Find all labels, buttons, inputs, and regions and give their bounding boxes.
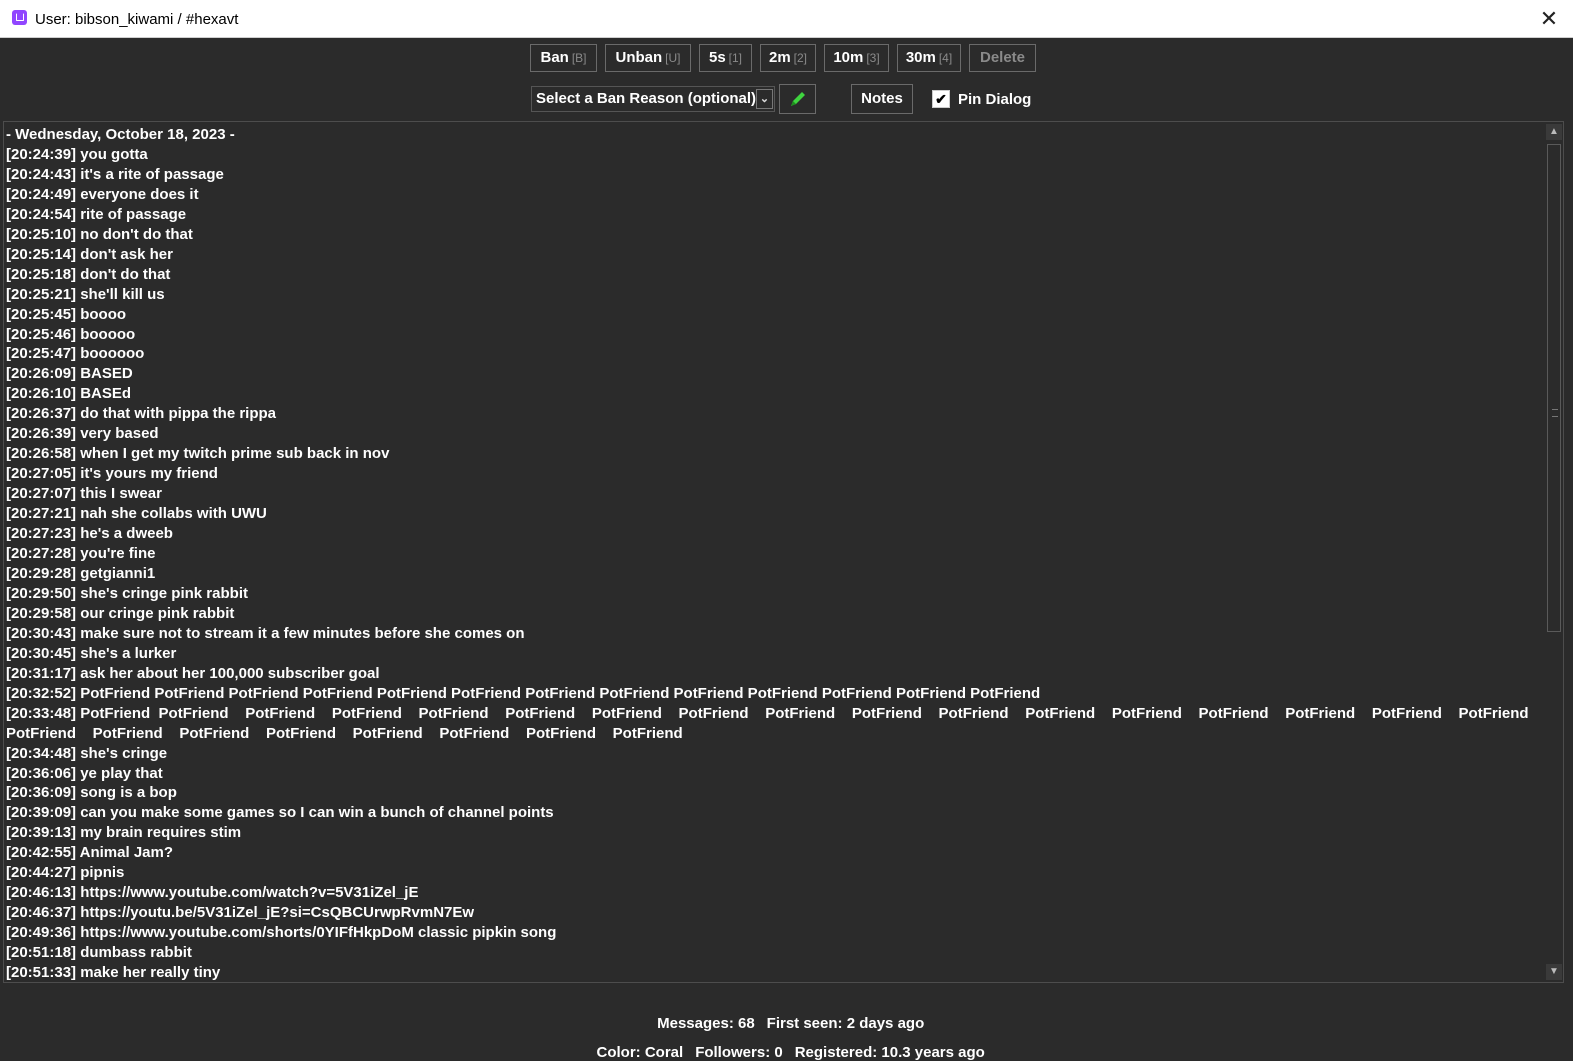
- chat-message: [20:49:36] https://www.youtube.com/short…: [6, 924, 557, 942]
- pencil-icon: [791, 92, 805, 106]
- chat-message: [20:24:54] rite of passage: [6, 205, 187, 223]
- chat-date-header: - Wednesday, October 18, 2023 -: [6, 126, 235, 143]
- chat-message: [20:24:43] it's a rite of passage: [6, 165, 224, 183]
- chat-message: [20:29:58] our cringe pink rabbit: [6, 604, 235, 622]
- timeout-10m-hotkey: [3]: [866, 51, 880, 65]
- chat-message: [20:29:28] getgianni1: [6, 564, 156, 582]
- chat-message: [20:31:17] ask her about her 100,000 sub…: [6, 664, 380, 682]
- chat-message: [20:39:13] my brain requires stim: [6, 824, 242, 842]
- timeout-2m-hotkey: [2]: [793, 51, 808, 65]
- chat-message: [20:27:07] this I swear: [6, 485, 162, 503]
- ban-options-row: Select a Ban Reason (optional) ⌄ Notes ✔…: [0, 84, 1573, 114]
- chat-message: [20:27:21] nah she collabs with UWU: [6, 505, 267, 523]
- timeout-10m-button[interactable]: 10m [3]: [824, 44, 889, 72]
- chat-message: [20:26:10] BASEd: [6, 385, 132, 403]
- chevron-down-icon[interactable]: ⌄: [756, 89, 773, 109]
- chat-message: [20:32:52] PotFriend PotFriend PotFriend…: [6, 684, 1041, 702]
- chat-message: [20:51:18] dumbass rabbit: [6, 944, 192, 962]
- moderation-toolbar: Ban [B] Unban [U] 5s [1] 2m [2] 10m [3] 30m [4…: [0, 44, 1573, 76]
- window-title: User: bibson_kiwami / #hexavt: [35, 11, 239, 28]
- chat-message: [20:27:05] it's yours my friend: [6, 465, 218, 483]
- chat-message: [20:29:50] she's cringe pink rabbit: [6, 584, 248, 602]
- chat-message: [20:34:48] she's cringe: [6, 744, 168, 762]
- chat-message: [20:27:23] he's a dweeb: [6, 525, 173, 543]
- chat-message: [20:26:39] very based: [6, 425, 159, 443]
- timeout-30m-button[interactable]: 30m [4]: [897, 44, 961, 72]
- chat-message: [20:25:21] she'll kill us: [6, 285, 165, 303]
- ban-button[interactable]: Ban [B]: [530, 44, 597, 72]
- chat-message: [20:25:47] boooooo: [6, 345, 145, 363]
- timeout-30m-hotkey: [4]: [938, 51, 953, 65]
- timeout-2m-label: 2m: [768, 49, 791, 66]
- scroll-up-icon[interactable]: ▲: [1546, 124, 1562, 140]
- title-bar: User: bibson_kiwami / #hexavt ✕: [0, 0, 1573, 38]
- notes-button[interactable]: Notes: [851, 84, 913, 114]
- chat-message: [20:30:45] she's a lurker: [6, 644, 177, 662]
- timeout-5s-label: 5s: [708, 49, 726, 66]
- close-icon[interactable]: ✕: [1535, 5, 1563, 33]
- pin-dialog-checkbox[interactable]: ✔: [932, 90, 950, 108]
- registered-age: Registered: 10.3 years ago: [794, 1044, 985, 1061]
- chat-message: [20:36:06] ye play that: [6, 764, 163, 782]
- chat-message: [20:26:58] when I get my twitch prime su…: [6, 445, 390, 463]
- ban-reason-select[interactable]: Select a Ban Reason (optional) ⌄: [531, 86, 775, 112]
- chat-message: [20:30:43] make sure not to stream it a …: [6, 624, 525, 642]
- chat-message: [20:27:28] you're fine: [6, 545, 156, 563]
- chat-message: [20:25:14] don't ask her: [6, 245, 173, 263]
- user-stats-line-2: Color: Coral Followers: 0 Registered: 10.3…: [0, 1027, 1573, 1061]
- chat-message: [20:46:37] https://youtu.be/5V31iZel_jE?…: [6, 904, 475, 922]
- chat-message: [20:25:45] boooo: [6, 305, 127, 323]
- timeout-30m-label: 30m: [905, 49, 936, 66]
- chat-message: [20:24:39] you gotta: [6, 145, 148, 163]
- edit-reasons-button[interactable]: [779, 84, 816, 114]
- ban-label: Ban: [540, 49, 569, 66]
- follower-count: Followers: 0: [695, 1044, 783, 1061]
- chat-lines: - Wednesday, October 18, 2023 - [20:24:39…: [6, 125, 1546, 982]
- scroll-down-icon[interactable]: ▼: [1546, 964, 1562, 980]
- timeout-5s-button[interactable]: 5s [1]: [699, 44, 752, 72]
- twitch-icon: [12, 10, 27, 25]
- chat-message: [20:39:09] can you make some games so I …: [6, 804, 554, 822]
- chat-message: [20:26:37] do that with pippa the rippa: [6, 405, 277, 423]
- ban-hotkey: [B]: [571, 51, 587, 65]
- user-color: Color: Coral: [596, 1044, 684, 1061]
- ban-reason-value: Select a Ban Reason (optional): [536, 90, 757, 107]
- scroll-thumb[interactable]: [1547, 144, 1561, 632]
- chat-message: [20:44:27] pipnis: [6, 864, 125, 882]
- delete-button[interactable]: Delete: [969, 44, 1036, 72]
- chat-message: [20:25:46] booooo: [6, 325, 136, 343]
- chat-message: [20:42:55] Animal Jam?: [6, 844, 174, 862]
- chat-message: [20:36:09] song is a bop: [6, 784, 177, 802]
- pin-dialog-label[interactable]: Pin Dialog: [958, 91, 1031, 108]
- timeout-5s-hotkey: [1]: [728, 51, 743, 65]
- unban-button[interactable]: Unban [U]: [605, 44, 691, 72]
- timeout-2m-button[interactable]: 2m [2]: [760, 44, 816, 72]
- chat-scrollbar[interactable]: ▲ ▼: [1543, 122, 1563, 982]
- chat-message: [20:24:49] everyone does it: [6, 185, 199, 203]
- chat-message: [20:26:09] BASED: [6, 365, 133, 383]
- chat-message: [20:25:18] don't do that: [6, 265, 171, 283]
- timeout-10m-label: 10m: [833, 49, 864, 66]
- chat-message: [20:25:10] no don't do that: [6, 225, 193, 243]
- unban-label: Unban: [615, 49, 663, 66]
- unban-hotkey: [U]: [665, 51, 681, 65]
- chat-message: [20:46:13] https://www.youtube.com/watch…: [6, 884, 419, 902]
- chat-message: [20:33:48] PotFriend PotFriend PotFriend…: [6, 704, 1546, 742]
- chat-message: [20:51:33] make her really tiny: [6, 964, 221, 982]
- chat-history[interactable]: - Wednesday, October 18, 2023 - [20:24:39…: [3, 121, 1564, 983]
